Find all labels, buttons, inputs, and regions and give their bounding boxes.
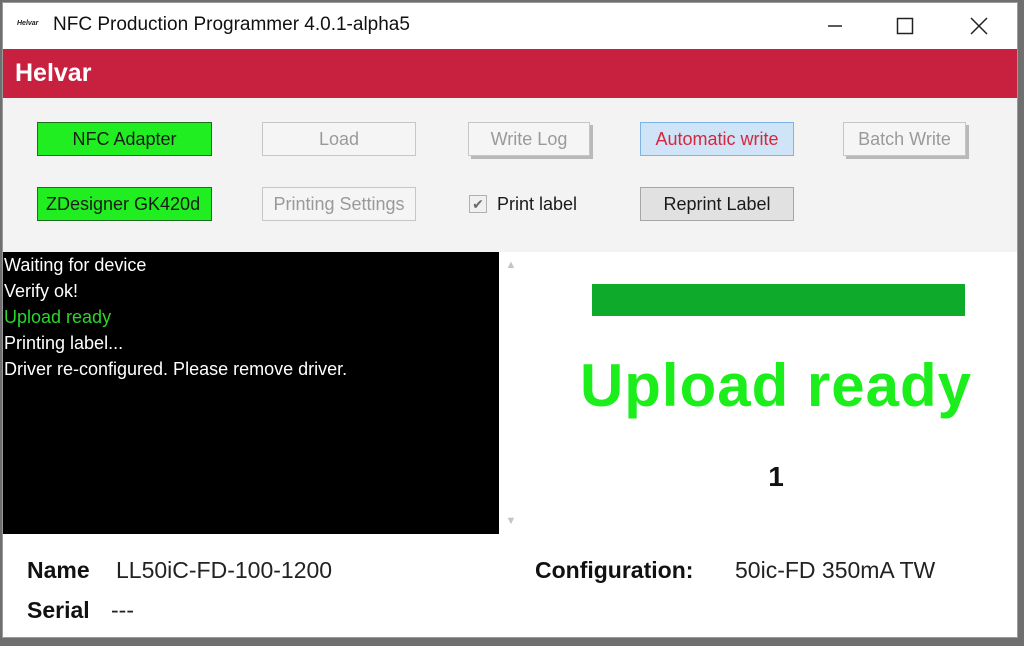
log-panel[interactable]: Waiting for device Verify ok! Upload ready…: [3, 252, 499, 534]
toolbar: NFC Adapter Load Write Log Automatic wri…: [3, 98, 1017, 252]
progress-fill: [592, 284, 965, 316]
minimize-button[interactable]: [805, 3, 865, 49]
window-title: NFC Production Programmer 4.0.1-alpha5: [53, 14, 410, 35]
minimize-icon: [828, 25, 842, 27]
brand-bar: Helvar: [3, 49, 1017, 98]
configuration-label: Configuration:: [535, 557, 694, 583]
write-counter: 1: [768, 461, 784, 492]
log-line: Printing label...: [4, 333, 124, 353]
status-message: Upload ready: [579, 352, 973, 419]
write-log-button[interactable]: Write Log: [468, 122, 590, 156]
print-label-checkbox[interactable]: ✔ Print label: [469, 192, 577, 216]
brand-logo: Helvar: [15, 59, 92, 87]
log-scrollbar[interactable]: ▲ ▼: [499, 252, 523, 534]
nfc-adapter-button[interactable]: NFC Adapter: [37, 122, 212, 156]
chevron-up-icon[interactable]: ▲: [499, 256, 523, 274]
title-bar[interactable]: Helvar NFC Production Programmer 4.0.1-a…: [3, 3, 1017, 49]
printing-settings-button[interactable]: Printing Settings: [262, 187, 416, 221]
printer-select-button[interactable]: ZDesigner GK420d: [37, 187, 212, 221]
serial-value: ---: [111, 597, 134, 623]
close-button[interactable]: [949, 3, 1009, 49]
log-line: Verify ok!: [4, 281, 79, 301]
app-logo-icon: Helvar: [17, 20, 39, 27]
log-line: Driver re-configured. Please remove driv…: [4, 359, 348, 379]
configuration-value: 50ic-FD 350mA TW: [735, 557, 936, 583]
chevron-down-icon[interactable]: ▼: [499, 512, 523, 530]
log-line: Upload ready: [4, 307, 112, 327]
automatic-write-button[interactable]: Automatic write: [640, 122, 794, 156]
log-line: Waiting for device: [4, 255, 147, 275]
name-label: Name: [27, 557, 90, 583]
serial-label: Serial: [27, 597, 90, 623]
close-icon: [970, 17, 988, 35]
name-value: LL50iC-FD-100-1200: [116, 557, 333, 583]
print-label-text: Print label: [497, 193, 578, 214]
maximize-icon: [896, 17, 914, 35]
app-window: Helvar NFC Production Programmer 4.0.1-a…: [2, 2, 1018, 638]
batch-write-button[interactable]: Batch Write: [843, 122, 966, 156]
progress-bar: [592, 284, 965, 316]
checkmark-icon: ✔: [469, 195, 487, 213]
reprint-label-button[interactable]: Reprint Label: [640, 187, 794, 221]
load-button[interactable]: Load: [262, 122, 416, 156]
maximize-button[interactable]: [875, 3, 935, 49]
